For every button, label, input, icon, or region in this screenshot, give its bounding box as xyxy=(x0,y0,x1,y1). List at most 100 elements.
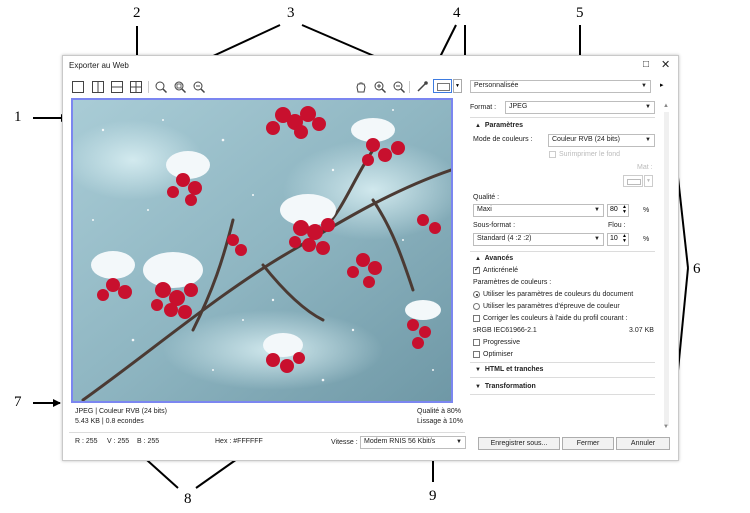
blur-label: Flou : xyxy=(608,222,626,229)
document-colors-label: Utiliser les paramètres de couleurs du d… xyxy=(483,291,634,298)
collapse-icon: ▲ xyxy=(475,256,481,262)
matte-dropdown-button[interactable]: ▼ xyxy=(644,175,653,187)
color-mode-label: Mode de couleurs : xyxy=(473,136,533,143)
chevron-down-icon: ▼ xyxy=(645,137,651,143)
hand-pan-icon[interactable] xyxy=(354,80,368,94)
callout-6: 6 xyxy=(693,261,701,277)
maximize-button[interactable]: □ xyxy=(643,59,649,70)
zoom-in-icon[interactable] xyxy=(373,80,387,94)
toolbar-separator xyxy=(148,81,149,93)
format-value: JPEG xyxy=(509,103,528,110)
color-mode-select[interactable]: Couleur RVB (24 bits) ▼ xyxy=(548,134,655,147)
progressive-checkbox[interactable] xyxy=(473,339,480,346)
color-profile: sRGB IEC61966-2.1 xyxy=(473,327,537,334)
callout-1: 1 xyxy=(14,109,22,125)
antialias-checkbox[interactable]: ✓ xyxy=(473,266,480,274)
callout-9: 9 xyxy=(429,488,437,504)
scroll-up-icon[interactable]: ▲ xyxy=(663,103,669,109)
antialias-label: Anticrénelé xyxy=(483,267,519,274)
optimize-label: Optimiser xyxy=(483,351,513,358)
html-slices-section-header[interactable]: ▼ HTML et tranches xyxy=(475,366,543,373)
chevron-down-icon: ▼ xyxy=(641,83,647,89)
speed-value: Modem RNIS 56 Kbit/s xyxy=(364,438,436,445)
proof-colors-radio[interactable] xyxy=(473,303,480,310)
save-as-button[interactable]: Enregistrer sous... xyxy=(478,437,560,450)
status-divider xyxy=(69,432,465,433)
file-size: 3.07 KB xyxy=(629,327,654,334)
preset-select[interactable]: Personnalisée ▼ xyxy=(470,80,651,93)
overprint-checkbox[interactable] xyxy=(549,151,556,158)
expand-icon: ▼ xyxy=(475,384,481,390)
correct-colors-checkbox[interactable] xyxy=(473,315,480,322)
preview-format-info: JPEG | Couleur RVB (24 bits) xyxy=(75,408,167,415)
quality-label: Qualité : xyxy=(473,194,500,201)
cancel-button[interactable]: Annuler xyxy=(616,437,670,450)
zoom-fit-icon[interactable] xyxy=(173,80,187,94)
preview-image[interactable] xyxy=(71,98,453,403)
panel-scrollbar[interactable] xyxy=(664,112,669,426)
transformation-section-header[interactable]: ▼ Transformation xyxy=(475,383,536,390)
chevron-down-icon: ▼ xyxy=(594,236,600,242)
subformat-label: Sous-format : xyxy=(473,222,516,229)
section-divider xyxy=(470,251,655,252)
eyedropper-icon[interactable] xyxy=(415,80,429,94)
blur-percent: % xyxy=(643,236,650,243)
callout-7: 7 xyxy=(14,394,22,410)
html-slices-heading: HTML et tranches xyxy=(484,366,544,373)
scroll-down-icon[interactable]: ▼ xyxy=(663,424,669,430)
swatch-dropdown-button[interactable]: ▼ xyxy=(453,79,462,93)
close-button[interactable]: Fermer xyxy=(562,437,614,450)
spinner-arrows-icon: ▲ ▼ xyxy=(622,233,627,244)
split-horizontal-icon[interactable] xyxy=(110,80,124,94)
status-red: R : 255 xyxy=(75,438,98,445)
zoom-actual-icon[interactable] xyxy=(192,80,206,94)
status-hex: Hex : #FFFFFF xyxy=(215,438,263,445)
expand-icon: ▼ xyxy=(475,367,481,373)
chevron-down-icon: ▼ xyxy=(645,104,651,110)
callout-2: 2 xyxy=(133,5,141,21)
speed-select[interactable]: Modem RNIS 56 Kbit/s ▼ xyxy=(360,436,466,449)
collapse-icon: ▲ xyxy=(475,123,481,129)
format-divider xyxy=(470,117,655,118)
section-divider xyxy=(470,377,655,378)
color-swatch-icon[interactable] xyxy=(433,79,452,93)
subformat-value: Standard (4 :2 :2) xyxy=(477,235,532,242)
format-select[interactable]: JPEG ▼ xyxy=(505,101,655,114)
quad-view-icon[interactable] xyxy=(129,80,143,94)
quality-value: Maxi xyxy=(477,206,492,213)
avances-heading: Avancés xyxy=(484,255,514,262)
document-colors-radio[interactable] xyxy=(473,291,480,298)
preview-quality-info: Qualité à 80% xyxy=(417,408,461,415)
close-window-button[interactable]: ✕ xyxy=(661,58,670,71)
callout-5: 5 xyxy=(576,5,584,21)
optimize-checkbox[interactable] xyxy=(473,351,480,358)
chevron-down-icon: ▼ xyxy=(456,439,462,445)
progressive-label: Progressive xyxy=(483,339,520,346)
parametres-heading: Paramètres xyxy=(484,122,523,129)
callout-4: 4 xyxy=(453,5,461,21)
status-blue: B : 255 xyxy=(137,438,160,445)
parametres-section-header[interactable]: ▲ Paramètres xyxy=(475,122,523,129)
matte-color-swatch[interactable] xyxy=(623,175,643,187)
preview-size-info: 5.43 KB | 0.8 econdes xyxy=(75,418,144,425)
zoom-out-icon[interactable] xyxy=(392,80,406,94)
blur-spinner[interactable]: 10 ▲ ▼ xyxy=(607,233,629,246)
quality-spinner[interactable]: 80 ▲ ▼ xyxy=(607,204,629,217)
section-divider xyxy=(470,394,655,395)
format-label: Format : xyxy=(470,104,497,111)
color-mode-value: Couleur RVB (24 bits) xyxy=(552,136,620,143)
subformat-select[interactable]: Standard (4 :2 :2) ▼ xyxy=(473,233,604,246)
panel-expand-arrow-icon[interactable]: ▸ xyxy=(660,81,664,89)
color-params-label: Paramètres de couleurs : xyxy=(473,279,552,286)
chevron-down-icon: ▼ xyxy=(594,207,600,213)
proof-colors-label: Utiliser les paramètres d'épreuve de cou… xyxy=(483,303,620,310)
overprint-label: Surimprimer le fond xyxy=(559,151,621,158)
toolbar-separator xyxy=(409,81,410,93)
single-view-icon[interactable] xyxy=(71,80,85,94)
preview-smoothing-info: Lissage à 10% xyxy=(417,418,463,425)
speed-label: Vitesse : xyxy=(331,439,358,446)
avances-section-header[interactable]: ▲ Avancés xyxy=(475,255,513,262)
split-vertical-icon[interactable] xyxy=(91,80,105,94)
quality-select[interactable]: Maxi ▼ xyxy=(473,204,604,217)
zoom-icon[interactable] xyxy=(154,80,168,94)
